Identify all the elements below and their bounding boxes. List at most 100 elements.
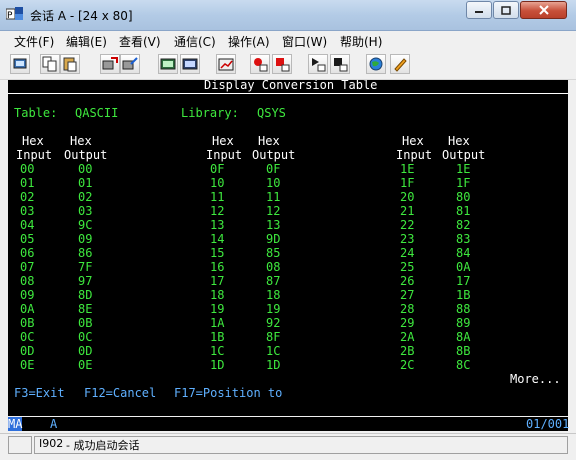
hex-input-cell: 06 <box>20 246 35 260</box>
chart-icon <box>218 58 234 71</box>
hex-output-cell: 12 <box>266 204 281 218</box>
window-title: 会话 A - [24 x 80] <box>30 9 133 23</box>
menu-window[interactable]: 窗口(W) <box>282 33 327 50</box>
restore-icon <box>501 5 511 15</box>
copy-icon <box>42 56 57 72</box>
hex-input-cell: 29 <box>400 316 415 330</box>
hex-input-cell: 2C <box>400 358 415 372</box>
pencil-icon <box>394 58 407 72</box>
menu-actions[interactable]: 操作(A) <box>228 33 270 50</box>
hex-input-cell: 00 <box>20 162 35 176</box>
hex-input-cell: 2A <box>400 330 415 344</box>
keypad-button[interactable] <box>158 54 178 74</box>
paste-button[interactable] <box>60 54 80 74</box>
hex-output-cell: 1C <box>266 344 281 358</box>
menu-help[interactable]: 帮助(H) <box>340 33 382 50</box>
hex-input-cell: 12 <box>210 204 225 218</box>
hex-input-cell: 0D <box>20 344 35 358</box>
hex-input-cell: 0B <box>20 316 35 330</box>
hex-input-cell: 1D <box>210 358 225 372</box>
hex-input-cell: 0E <box>20 358 35 372</box>
hex-input-cell: 1E <box>400 162 415 176</box>
hex-output-cell: 97 <box>78 274 93 288</box>
hex-input-cell: 13 <box>210 218 225 232</box>
hex-output-cell: 11 <box>266 190 281 204</box>
hex-output-cell: 0C <box>78 330 93 344</box>
hex-output-cell: 1E <box>456 162 471 176</box>
hex-input-cell: 18 <box>210 288 225 302</box>
hex-input-cell: 11 <box>210 190 225 204</box>
hex-output-cell: 0B <box>78 316 93 330</box>
minimize-button[interactable] <box>466 1 492 19</box>
print-icon <box>13 58 27 69</box>
hex-output-cell: 10 <box>266 176 281 190</box>
hex-output-cell: 9C <box>78 218 93 232</box>
col-header-input: Input <box>396 148 433 162</box>
record-macro-button[interactable] <box>250 54 270 74</box>
fkey-cancel[interactable]: F12=Cancel <box>84 386 156 400</box>
macro-list-button[interactable] <box>330 54 350 74</box>
hex-output-cell: 0D <box>78 344 93 358</box>
hex-input-cell: 1A <box>210 316 225 330</box>
col-header-input: Input <box>206 148 243 162</box>
hex-input-cell: 1F <box>400 176 415 190</box>
stop-macro-button[interactable] <box>272 54 292 74</box>
hex-input-cell: 02 <box>20 190 35 204</box>
menu-communication[interactable]: 通信(C) <box>174 33 216 50</box>
app-icon: P <box>6 7 23 21</box>
toolbar <box>0 51 576 80</box>
menu-view[interactable]: 查看(V) <box>119 33 161 50</box>
status-message: - 成功启动会话 <box>66 439 140 452</box>
hex-input-cell: 08 <box>20 274 35 288</box>
hex-input-cell: 05 <box>20 232 35 246</box>
col-header-input: Hex <box>22 134 44 148</box>
hex-output-cell: 08 <box>266 260 281 274</box>
edit-keys-button[interactable] <box>390 54 410 74</box>
svg-text:P: P <box>7 11 13 21</box>
col-header-output: Hex <box>258 134 280 148</box>
copy-button[interactable] <box>40 54 60 74</box>
hex-input-cell: 25 <box>400 260 415 274</box>
menu-edit[interactable]: 编辑(E) <box>66 33 107 50</box>
col-header-output: Hex <box>448 134 470 148</box>
receive-button[interactable] <box>120 54 140 74</box>
hex-output-cell: 8B <box>456 344 471 358</box>
hex-input-cell: 0A <box>20 302 35 316</box>
hex-input-cell: 17 <box>210 274 225 288</box>
hex-output-cell: 81 <box>456 204 471 218</box>
title-bar: P 会话 A - [24 x 80] <box>0 0 576 31</box>
macro-list-icon <box>334 58 348 72</box>
close-button[interactable] <box>520 1 567 19</box>
hex-output-cell: 80 <box>456 190 471 204</box>
menu-file[interactable]: 文件(F) <box>14 33 54 50</box>
hex-output-cell: 82 <box>456 218 471 232</box>
quick-keys-button[interactable] <box>180 54 200 74</box>
send-button[interactable] <box>100 54 120 74</box>
hex-output-cell: 19 <box>266 302 281 316</box>
play-macro-button[interactable] <box>308 54 328 74</box>
library-label: Library: <box>181 106 239 120</box>
browser-button[interactable] <box>366 54 386 74</box>
terminal-screen[interactable]: Display Conversion Table Table: QASCII L… <box>8 80 568 416</box>
hex-output-cell: 8E <box>78 302 93 316</box>
receive-file-icon <box>122 57 138 70</box>
col-header-output: Output <box>442 148 486 162</box>
paste-icon <box>63 57 77 72</box>
hex-input-cell: 1B <box>210 330 225 344</box>
print-screen-button[interactable] <box>10 54 30 74</box>
fkey-exit[interactable]: F3=Exit <box>14 386 65 400</box>
hex-input-cell: 19 <box>210 302 225 316</box>
graph-button[interactable] <box>216 54 236 74</box>
hex-output-cell: 92 <box>266 316 281 330</box>
hex-output-cell: 03 <box>78 204 93 218</box>
restore-button[interactable] <box>493 1 519 19</box>
fkey-position-to[interactable]: F17=Position to <box>174 386 282 400</box>
hex-input-cell: 10 <box>210 176 225 190</box>
minimize-icon <box>475 11 483 13</box>
hex-output-cell: 0E <box>78 358 93 372</box>
col-header-input: Hex <box>212 134 234 148</box>
col-header-output: Output <box>64 148 108 162</box>
hex-output-cell: 17 <box>456 274 471 288</box>
globe-icon <box>369 57 383 71</box>
hex-input-cell: 20 <box>400 190 415 204</box>
